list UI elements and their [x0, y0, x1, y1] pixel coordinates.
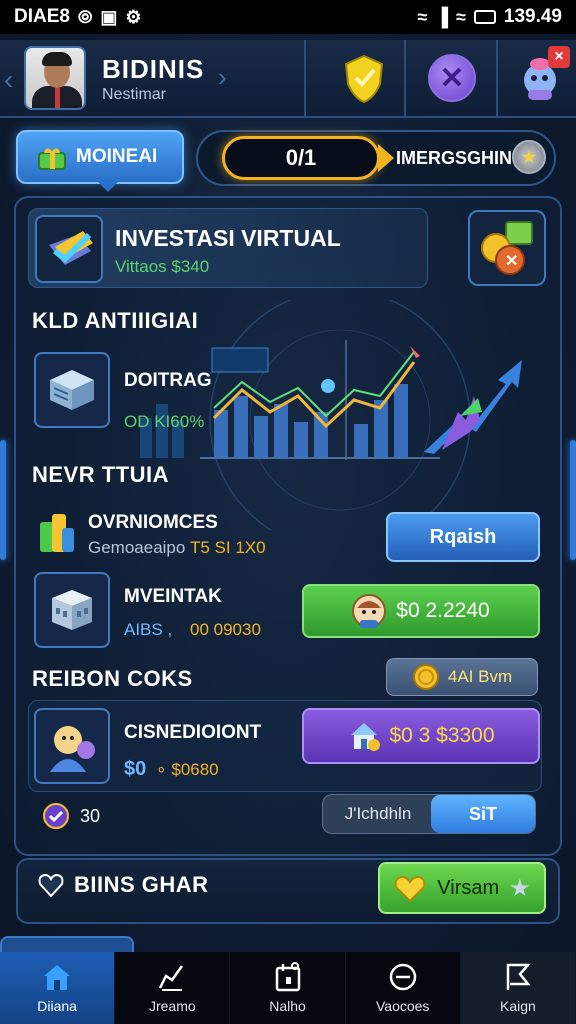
left-glow	[0, 440, 6, 560]
clock-time: 139.49	[503, 6, 562, 27]
item1-value: OD KI60%	[124, 412, 205, 431]
progress-value: 0/1	[285, 145, 317, 170]
coins-icon: ✕	[481, 221, 533, 275]
gift-icon	[38, 148, 66, 170]
nav-item-charts[interactable]: Jreamo	[115, 952, 231, 1024]
battery-icon	[473, 10, 496, 24]
close-icon[interactable]: ✕	[428, 54, 476, 102]
gold-coin-icon	[412, 664, 439, 690]
item3-title: MVEINTAK	[124, 586, 222, 607]
chart-icon	[159, 965, 184, 991]
home-icon	[44, 965, 71, 990]
item1-title: DOITRAG	[124, 370, 212, 391]
nav-label-calendar: Nalho	[269, 998, 306, 1014]
heart-gold-icon	[394, 875, 426, 903]
nav-tab-highlight	[0, 936, 134, 952]
item2-title: OVRNIOMCES	[88, 512, 218, 533]
chevron-right-icon[interactable]: ›	[218, 62, 227, 93]
nav-item-calendar[interactable]: Nalho	[230, 952, 346, 1024]
segmented-toggle[interactable]: J'Ichdhln SiT	[322, 794, 536, 834]
progress-panel: 0/1 IMERGSGHIN ★	[196, 130, 556, 186]
player-subtitle: Nestimar	[102, 86, 167, 103]
heart-icon	[38, 873, 64, 898]
progress-label: IMERGSGHIN	[396, 148, 513, 168]
bottom-label: BIINS GHAR	[74, 872, 209, 897]
price-button-green-label: $0 2.2240	[396, 599, 490, 622]
profile-header: ‹ BIDINIS Nestimar › ✕ ×	[0, 40, 576, 118]
settings-icon: ⚙	[125, 6, 142, 27]
nav-label-charts: Jreamo	[148, 998, 196, 1014]
link-icon: ⦾	[77, 6, 93, 27]
item2-sub-b: T5 SI 1X0	[190, 538, 266, 557]
nav-item-clock[interactable]: Vaocoes	[346, 952, 461, 1024]
item4-sub-a: $0	[124, 758, 147, 780]
shield-icon[interactable]	[340, 52, 388, 104]
action-button-blue-label: Rqaish	[429, 525, 497, 548]
virsam-label: Virsam	[437, 876, 500, 899]
investment-icon	[35, 215, 103, 283]
investment-subtitle: Vittaos $340	[115, 257, 210, 276]
item3-sub-b: 00 09030	[190, 620, 261, 639]
item4-sub-b: ∘ $0680	[156, 760, 219, 779]
server-icon[interactable]	[34, 352, 110, 428]
item2-sub-a: Gemoaeaipo	[88, 538, 186, 557]
main-tab-button[interactable]: MOINEAI	[16, 130, 184, 192]
svg-text:✕: ✕	[505, 253, 518, 270]
calendar-icon	[275, 962, 300, 992]
toggle-option-left[interactable]: J'Ichdhln	[323, 795, 433, 833]
star-coin-icon[interactable]: ★	[512, 140, 546, 174]
check-badge-icon	[43, 803, 69, 829]
investment-card[interactable]: INVESTASI VIRTUAL Vittaos $340	[28, 208, 428, 288]
arrow-right-icon	[378, 144, 394, 172]
coin-pill-label: 4AI Bvm	[447, 667, 513, 686]
house-icon	[351, 723, 381, 751]
signal-icon: ▐	[435, 6, 448, 27]
trophy-icon	[40, 514, 74, 552]
nav-label-flag: Kaign	[500, 998, 536, 1014]
main-tab-label: MOINEAI	[76, 146, 158, 167]
counter-value: 30	[80, 806, 101, 826]
avatar[interactable]	[24, 46, 86, 110]
star-icon: ★	[509, 874, 531, 902]
right-glow	[570, 440, 576, 560]
section-title-3: REIBON COKS	[32, 666, 193, 691]
investment-title: INVESTASI VIRTUAL	[115, 225, 341, 251]
mascot-icon[interactable]	[34, 708, 110, 784]
avatar-icon	[352, 594, 387, 628]
progress-counter: 0/1	[222, 136, 380, 180]
player-name: BIDINIS	[102, 54, 205, 84]
wifi2-icon: ≈	[455, 6, 466, 27]
status-bar: DIAE8 ⦾ ▣ ⚙ ≈ ▐ ≈ 139.49	[0, 0, 576, 34]
price-button-green[interactable]: $0 2.2240	[302, 584, 540, 638]
carrier-label: DIAE8	[14, 6, 70, 27]
nav-item-flag[interactable]: Kaign	[460, 952, 576, 1024]
chevron-left-icon[interactable]: ‹	[4, 64, 13, 96]
virsam-button[interactable]: Virsam ★	[378, 862, 546, 914]
nav-item-home[interactable]: Diiana	[0, 952, 116, 1024]
item3-sub-a: AIBS ,	[124, 620, 173, 639]
price-button-purple[interactable]: $0 3 $3300	[302, 708, 540, 764]
nav-label-clock: Vaocoes	[375, 998, 430, 1014]
item4-title: CISNEDIOIONT	[124, 722, 262, 743]
coins-button[interactable]: ✕	[468, 210, 546, 286]
notification-badge: ×	[548, 46, 570, 68]
nav-label-home: Diiana	[37, 998, 77, 1014]
price-button-purple-label: $0 3 $3300	[389, 724, 495, 747]
action-button-blue[interactable]: Rqaish	[386, 512, 540, 562]
clock-icon	[389, 963, 416, 991]
toggle-option-right[interactable]: SiT	[431, 795, 535, 833]
flag-icon	[506, 963, 531, 990]
wifi-icon: ≈	[417, 6, 428, 27]
coin-pill-button[interactable]: 4AI Bvm	[386, 658, 538, 696]
bottom-navigation: Diiana Jreamo Nalho Vaocoes Kaign	[0, 952, 576, 1024]
app-icon: ▣	[100, 6, 118, 27]
building-icon[interactable]	[34, 572, 110, 648]
